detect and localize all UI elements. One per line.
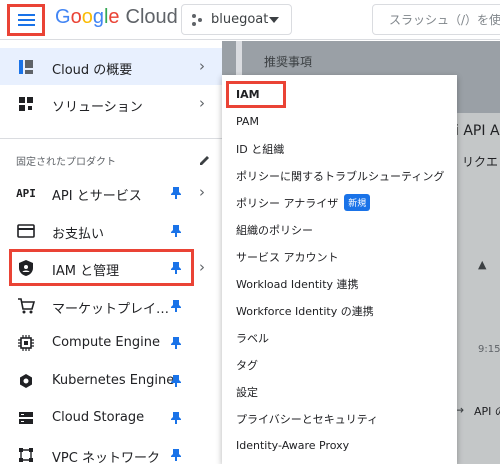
chevron-down-icon: [269, 17, 279, 23]
submenu-item-settings[interactable]: 設定: [222, 378, 457, 405]
project-name: bluegoat: [211, 12, 269, 27]
submenu-item-pam[interactable]: PAM: [222, 108, 457, 135]
submenu-item-privacy-security[interactable]: プライバシーとセキュリティ: [222, 405, 457, 432]
billing-icon: [17, 222, 35, 240]
edit-pencil-icon[interactable]: [198, 152, 212, 166]
recommendations-title: 推奨事項: [264, 55, 313, 69]
divider: [0, 138, 222, 139]
nav-item-iam-admin[interactable]: IAM と管理: [9, 249, 194, 286]
submenu-item-labels[interactable]: ラベル: [222, 324, 457, 351]
submenu-item-label: Workload Identity 連携: [236, 277, 359, 291]
main-menu-button[interactable]: [7, 4, 45, 36]
pin-icon[interactable]: [170, 411, 182, 425]
submenu-item-label: 設定: [236, 385, 258, 399]
submenu-item-label: タグ: [236, 358, 258, 372]
google-cloud-logo[interactable]: Google Cloud: [55, 6, 178, 29]
iam-shield-icon: [17, 259, 35, 277]
nav-item-cloud-overview[interactable]: Cloud の概要 ›: [0, 48, 222, 85]
submenu-item-label: プライバシーとセキュリティ: [236, 412, 379, 426]
nav-item-vpc-network[interactable]: VPC ネットワーク: [0, 436, 222, 464]
nav-item-marketplace[interactable]: マーケットプレイ…: [0, 287, 222, 324]
submenu-item-label: IAM: [236, 88, 260, 101]
chevron-right-icon: ›: [199, 57, 205, 75]
submenu-item-tags[interactable]: タグ: [222, 351, 457, 378]
nav-item-api-services[interactable]: API API とサービス ›: [0, 174, 222, 211]
navigation-menu: Cloud の概要 › ソリューション › 固定されたプロダクト API API…: [0, 41, 222, 464]
chevron-right-icon: ›: [199, 183, 205, 201]
submenu-item-org-policies[interactable]: 組織のポリシー: [222, 216, 457, 243]
pin-icon[interactable]: [170, 186, 182, 200]
storage-icon: [17, 409, 35, 427]
peek-time: 9:15: [478, 344, 500, 355]
chip-icon: [17, 334, 35, 352]
project-icon: [192, 13, 204, 26]
submenu-item-policy-analyzer[interactable]: ポリシー アナライザ 新規: [222, 189, 457, 216]
nav-item-label: マーケットプレイ…: [52, 302, 170, 317]
nav-item-label: ソリューション: [52, 100, 143, 115]
iam-admin-submenu: IAM PAM ID と組織 ポリシーに関するトラブルシューティング ポリシー …: [222, 75, 457, 464]
nav-item-label: Kubernetes Engine: [52, 373, 175, 388]
pin-icon[interactable]: [170, 448, 182, 462]
api-icon: API: [16, 186, 36, 200]
submenu-item-label: Workforce Identity の連携: [236, 304, 374, 318]
nav-item-label: API とサービス: [52, 189, 142, 204]
pinned-section-label: 固定されたプロダクト: [16, 157, 116, 168]
peek-request-text: リクエ: [462, 155, 499, 169]
search-input[interactable]: スラッシュ（/）を使: [372, 4, 500, 35]
nav-item-compute-engine[interactable]: Compute Engine: [0, 324, 222, 361]
nav-item-label: Compute Engine: [52, 335, 160, 350]
nav-item-kubernetes-engine[interactable]: Kubernetes Engine: [0, 362, 222, 399]
submenu-item-id-org[interactable]: ID と組織: [222, 135, 457, 162]
new-badge: 新規: [344, 194, 371, 211]
dashboard-icon: [17, 58, 35, 76]
pin-icon[interactable]: [170, 224, 182, 238]
submenu-item-iam[interactable]: IAM: [226, 81, 286, 108]
warning-icon: ▲: [478, 258, 487, 271]
submenu-item-label: サービス アカウント: [236, 250, 339, 264]
submenu-item-policy-troubleshooting[interactable]: ポリシーに関するトラブルシューティング: [222, 162, 457, 189]
kubernetes-icon: [17, 372, 35, 390]
peek-api-link: API の: [474, 405, 500, 418]
submenu-item-label: ID と組織: [236, 142, 285, 156]
chevron-right-icon: ›: [199, 94, 205, 112]
submenu-item-workload-identity[interactable]: Workload Identity 連携: [222, 270, 457, 297]
nav-item-label: VPC ネットワーク: [52, 451, 160, 464]
nav-item-label: お支払い: [52, 227, 105, 242]
submenu-item-label: ポリシー アナライザ: [236, 196, 339, 210]
pin-icon[interactable]: [170, 261, 182, 275]
submenu-item-label: ラベル: [236, 331, 269, 345]
top-bar: Google Cloud bluegoat スラッシュ（/）を使: [0, 0, 500, 40]
search-placeholder: スラッシュ（/）を使: [389, 13, 500, 27]
submenu-item-label: 組織のポリシー: [236, 223, 313, 237]
gcp-console: GoogleCloud bluegoat スラッシュ（/）を使 推奨事項 i A…: [0, 0, 500, 464]
nav-item-solutions[interactable]: ソリューション ›: [0, 85, 222, 122]
cart-icon: [17, 297, 35, 315]
submenu-item-service-accounts[interactable]: サービス アカウント: [222, 243, 457, 270]
solutions-icon: [17, 95, 35, 113]
pin-icon[interactable]: [170, 299, 182, 313]
submenu-item-label: PAM: [236, 115, 259, 128]
submenu-item-workforce-identity[interactable]: Workforce Identity の連携: [222, 297, 457, 324]
project-selector[interactable]: bluegoat: [181, 4, 292, 35]
nav-item-label: IAM と管理: [52, 264, 120, 279]
submenu-item-identity-aware-proxy[interactable]: Identity-Aware Proxy: [222, 432, 457, 459]
nav-item-label: Cloud Storage: [52, 410, 145, 425]
vpc-network-icon: [17, 446, 35, 464]
submenu-item-label: Identity-Aware Proxy: [236, 439, 350, 452]
submenu-item-label: ポリシーに関するトラブルシューティング: [236, 169, 445, 183]
nav-item-label: Cloud の概要: [52, 63, 133, 78]
pin-icon[interactable]: [170, 336, 182, 350]
chevron-right-icon: ›: [199, 258, 205, 276]
peek-api-title: i API AP: [455, 123, 500, 139]
pin-icon[interactable]: [170, 374, 182, 388]
nav-item-cloud-storage[interactable]: Cloud Storage: [0, 399, 222, 436]
hamburger-icon: [17, 13, 35, 27]
nav-item-billing[interactable]: お支払い: [0, 212, 222, 249]
